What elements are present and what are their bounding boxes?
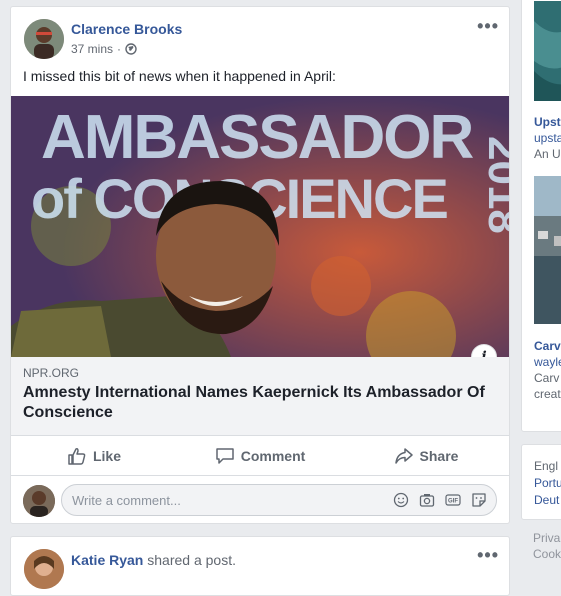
author-name-2[interactable]: Katie Ryan [71,552,143,568]
language-3[interactable]: Deut [534,493,559,507]
link-domain: NPR.ORG [23,366,80,380]
story2-thumbnail[interactable] [534,176,561,324]
share-arrow-icon [394,448,413,464]
comment-composer: GIF [11,475,509,524]
feed-post: Clarence Brooks 37 mins · ••• I missed t… [10,6,510,524]
post-options-button[interactable]: ••• [477,16,499,37]
language-2[interactable]: Portu [534,476,561,490]
sticker-icon[interactable] [471,492,487,508]
post-text: I missed this bit of news when it happen… [23,68,336,84]
emoji-icon[interactable] [393,492,409,508]
speech-bubble-icon [215,448,234,464]
banner-year: 2018 [479,136,509,234]
story1-source[interactable]: upsta [534,131,561,145]
post-timestamp[interactable]: 37 mins [71,42,113,56]
post-meta: 37 mins · [71,42,137,56]
post2-action: shared a post. [147,552,236,568]
thumbs-up-icon [68,448,86,465]
footer-cookies-link[interactable]: Cook [533,547,561,561]
like-label: Like [92,448,121,464]
story2-snippet-1: Carv [534,371,560,385]
like-button[interactable]: Like [11,436,177,476]
svg-text:GIF: GIF [448,499,458,505]
language-box: Engl Portu Deut [521,444,561,520]
story1-title[interactable]: Upst [534,115,561,129]
right-column: Upst upsta An U Carv wayle Carv creat En… [521,0,561,568]
author-name[interactable]: Clarence Brooks [71,21,182,37]
author-avatar[interactable] [24,19,64,59]
link-title[interactable]: Amnesty International Names Kaepernick I… [23,383,499,423]
camera-icon[interactable] [419,492,435,508]
banner-line-1: AMBASSADOR [41,103,473,172]
author-avatar-2[interactable] [24,549,64,589]
story2-snippet-2: creat [534,387,561,401]
post-actions: Like Comment Share [11,435,509,476]
globe-icon[interactable] [125,43,137,55]
share-button[interactable]: Share [343,436,509,476]
post2-header: Katie Ryan shared a post. [71,552,236,568]
link-preview-image[interactable]: AMBASSADOR of CONSCIENCE 2018 [11,96,509,357]
footer-privacy-link[interactable]: Priva [533,531,560,545]
story2-source[interactable]: wayle [534,355,561,369]
post2-options-button[interactable]: ••• [477,545,499,566]
trending-stories: Upst upsta An U Carv wayle Carv creat [521,0,561,432]
gif-icon[interactable]: GIF [445,492,461,508]
link-caption[interactable]: NPR.ORG Amnesty International Names Kaep… [11,357,509,435]
language-1: Engl [534,459,559,473]
story1-thumbnail[interactable] [534,1,561,101]
comment-button[interactable]: Comment [177,436,343,476]
meta-separator: · [117,42,122,56]
comment-tools: GIF [393,492,487,508]
viewer-avatar[interactable] [23,485,55,517]
story1-snippet: An U [534,147,561,161]
feed-post-2: Katie Ryan shared a post. ••• [10,536,510,596]
story2-title[interactable]: Carv [534,339,561,353]
comment-label: Comment [240,448,306,464]
share-label: Share [419,448,459,464]
